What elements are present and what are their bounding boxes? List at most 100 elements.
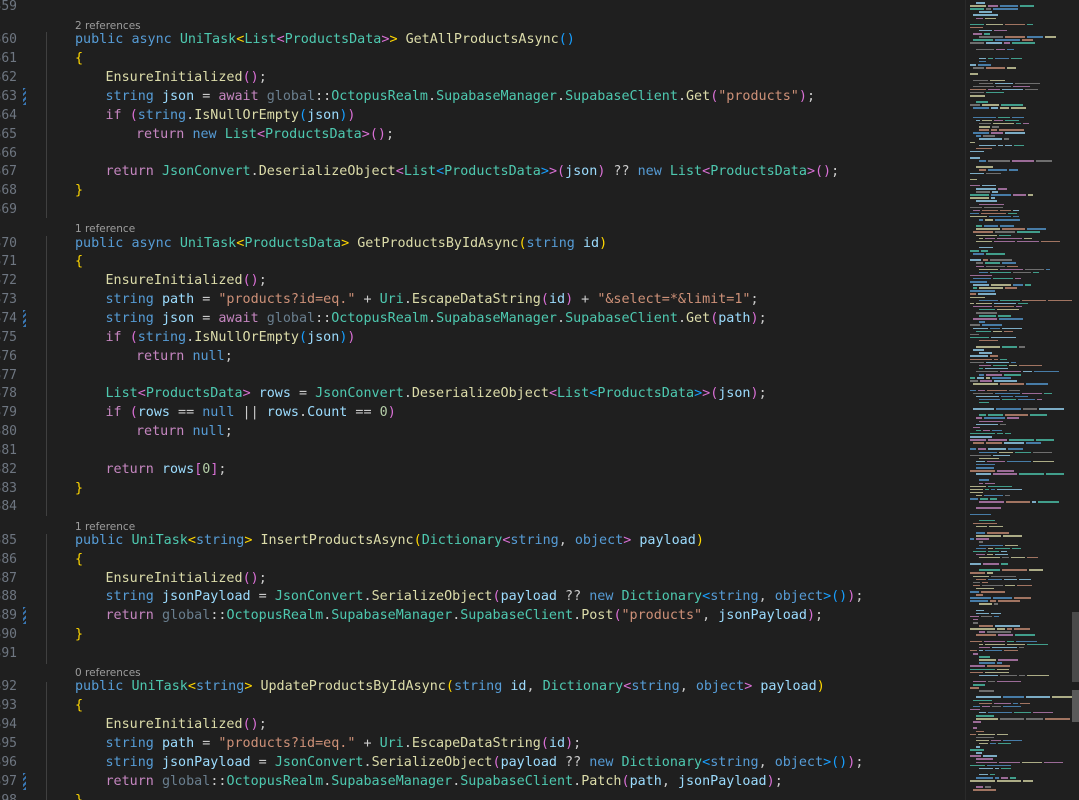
minimap[interactable] bbox=[965, 0, 1079, 800]
scrollbar-thumb[interactable] bbox=[1072, 690, 1079, 722]
minimap-code-line bbox=[973, 116, 996, 119]
code-line[interactable]: 374 string json = await global::OctopusRe… bbox=[0, 309, 965, 328]
code-line[interactable]: 381 bbox=[0, 441, 965, 460]
code-line[interactable]: 361 { bbox=[0, 49, 965, 68]
minimap-code-line bbox=[970, 572, 985, 574]
code-text: { bbox=[75, 696, 83, 715]
code-line[interactable]: 393 { bbox=[0, 696, 965, 715]
code-token: payload bbox=[500, 754, 557, 770]
code-line[interactable]: 372 EnsureInitialized(); bbox=[0, 271, 965, 290]
minimap-code-line bbox=[1005, 144, 1012, 147]
minimap-code-line bbox=[1004, 374, 1021, 376]
code-line[interactable]: 387 EnsureInitialized(); bbox=[0, 569, 965, 588]
code-token: await bbox=[218, 310, 267, 326]
code-token: . bbox=[186, 107, 195, 123]
code-token: () bbox=[558, 32, 575, 48]
code-token: } bbox=[75, 480, 84, 496]
code-line[interactable]: 360public async UniTask<List<ProductsDat… bbox=[0, 30, 965, 49]
code-line[interactable]: 379if (rows == null || rows.Count == 0) bbox=[0, 403, 965, 422]
code-line[interactable]: 367return JsonConvert.DeserializeObject<… bbox=[0, 162, 965, 181]
gutter-change-marker[interactable] bbox=[23, 772, 26, 790]
code-line[interactable]: 373 string path = "products?id=eq." + Uri… bbox=[0, 290, 965, 309]
code-token: async bbox=[131, 32, 180, 48]
minimap-code-line bbox=[1014, 144, 1024, 147]
code-token: = bbox=[194, 292, 219, 308]
gutter-change-marker[interactable] bbox=[23, 309, 26, 327]
code-token: return bbox=[105, 461, 162, 477]
code-token: ( bbox=[445, 679, 454, 695]
minimap-code-line bbox=[970, 333, 979, 336]
minimap-code-line bbox=[1036, 439, 1054, 441]
minimap-code-line bbox=[997, 470, 1014, 472]
code-line[interactable]: 380 return null; bbox=[0, 422, 965, 441]
code-line[interactable]: 378List<ProductsData> rows = JsonConvert… bbox=[0, 384, 965, 403]
code-line[interactable]: 362 EnsureInitialized(); bbox=[0, 68, 965, 87]
minimap-code-line bbox=[1002, 398, 1016, 401]
code-line[interactable]: 392public UniTask<string> UpdateProducts… bbox=[0, 677, 965, 696]
code-token: < bbox=[276, 32, 285, 48]
code-token: ; bbox=[224, 348, 233, 364]
code-line[interactable]: 371 { bbox=[0, 252, 965, 271]
code-token: . bbox=[557, 89, 566, 104]
minimap-code-line bbox=[993, 364, 1007, 367]
code-line[interactable]: 397 return global::OctopusRealm. SupabaseM… bbox=[0, 772, 965, 791]
code-token: . bbox=[428, 310, 437, 326]
minimap-code-line bbox=[996, 48, 1005, 50]
code-token: < bbox=[702, 754, 711, 770]
minimap-code-line bbox=[988, 680, 995, 683]
minimap-code-line bbox=[970, 436, 992, 438]
minimap-code-line bbox=[970, 687, 979, 689]
code-line[interactable]: 363 string json = await global::OctopusRe… bbox=[0, 87, 965, 106]
minimap-code-line bbox=[1012, 42, 1035, 44]
minimap-code-line bbox=[984, 417, 1005, 419]
code-line[interactable]: 368} bbox=[0, 181, 965, 200]
code-token: return bbox=[105, 164, 162, 180]
code-token: ; bbox=[385, 126, 394, 142]
code-line[interactable]: 395 string path = "products?id=eq." + Uri… bbox=[0, 734, 965, 753]
code-line[interactable]: 396 string jsonPayload = JsonConvert.Seri… bbox=[0, 753, 965, 772]
code-line[interactable]: 365 return new List<ProductsData>(); bbox=[0, 125, 965, 144]
minimap-code-line bbox=[973, 727, 977, 729]
minimap-code-line bbox=[979, 57, 986, 60]
minimap-code-line bbox=[993, 330, 1002, 333]
minimap-code-line bbox=[979, 122, 991, 125]
code-line[interactable]: 377 bbox=[0, 366, 965, 385]
minimap-code-line bbox=[976, 612, 989, 615]
code-line[interactable]: 359 bbox=[0, 0, 965, 16]
code-line[interactable]: 382 return rows[0]; bbox=[0, 460, 965, 479]
code-line[interactable]: 388 string jsonPayload = JsonConvert.Seri… bbox=[0, 587, 965, 606]
code-line[interactable]: 369 bbox=[0, 200, 965, 219]
gutter-change-marker[interactable] bbox=[23, 88, 26, 105]
code-token: () bbox=[815, 164, 832, 180]
code-line[interactable]: 389 return global::OctopusRealm. SupabaseM… bbox=[0, 606, 965, 625]
code-token: :: bbox=[210, 608, 227, 624]
code-line[interactable]: 398} bbox=[0, 791, 965, 800]
code-token: await bbox=[218, 89, 267, 104]
minimap-code-line bbox=[1022, 299, 1046, 302]
minimap-code-line bbox=[976, 101, 988, 103]
minimap-code-line bbox=[976, 758, 993, 760]
code-line[interactable]: 366 bbox=[0, 144, 965, 163]
gutter-change-marker[interactable] bbox=[23, 607, 26, 625]
code-editor[interactable]: 3592 references360public async UniTask<L… bbox=[0, 0, 965, 800]
code-line[interactable]: 375 if (string.IsNullOrEmpty(json)) bbox=[0, 328, 965, 347]
minimap-code-line bbox=[976, 200, 997, 202]
minimap-code-line bbox=[970, 389, 976, 391]
code-token: ) bbox=[816, 679, 825, 695]
code-line[interactable]: 394 EnsureInitialized(); bbox=[0, 715, 965, 734]
minimap-code-line bbox=[1026, 383, 1048, 385]
minimap-code-line bbox=[970, 178, 977, 181]
code-line[interactable]: 385public UniTask<string> InsertProducts… bbox=[0, 531, 965, 550]
code-line[interactable]: 390} bbox=[0, 625, 965, 644]
code-line[interactable]: 370 public async UniTask<ProductsData> Ge… bbox=[0, 234, 965, 253]
code-line[interactable]: 384 bbox=[0, 497, 965, 516]
code-line[interactable]: 364 if (string.IsNullOrEmpty(json)) bbox=[0, 106, 965, 125]
code-line[interactable]: 376 return null; bbox=[0, 347, 965, 366]
minimap-code-line bbox=[976, 135, 981, 137]
minimap-slider[interactable] bbox=[1072, 612, 1079, 682]
code-line[interactable]: 383} bbox=[0, 479, 965, 498]
minimap-code-line bbox=[970, 488, 983, 491]
minimap-code-line bbox=[979, 339, 998, 342]
code-line[interactable]: 386 { bbox=[0, 550, 965, 569]
code-line[interactable]: 391 bbox=[0, 644, 965, 663]
